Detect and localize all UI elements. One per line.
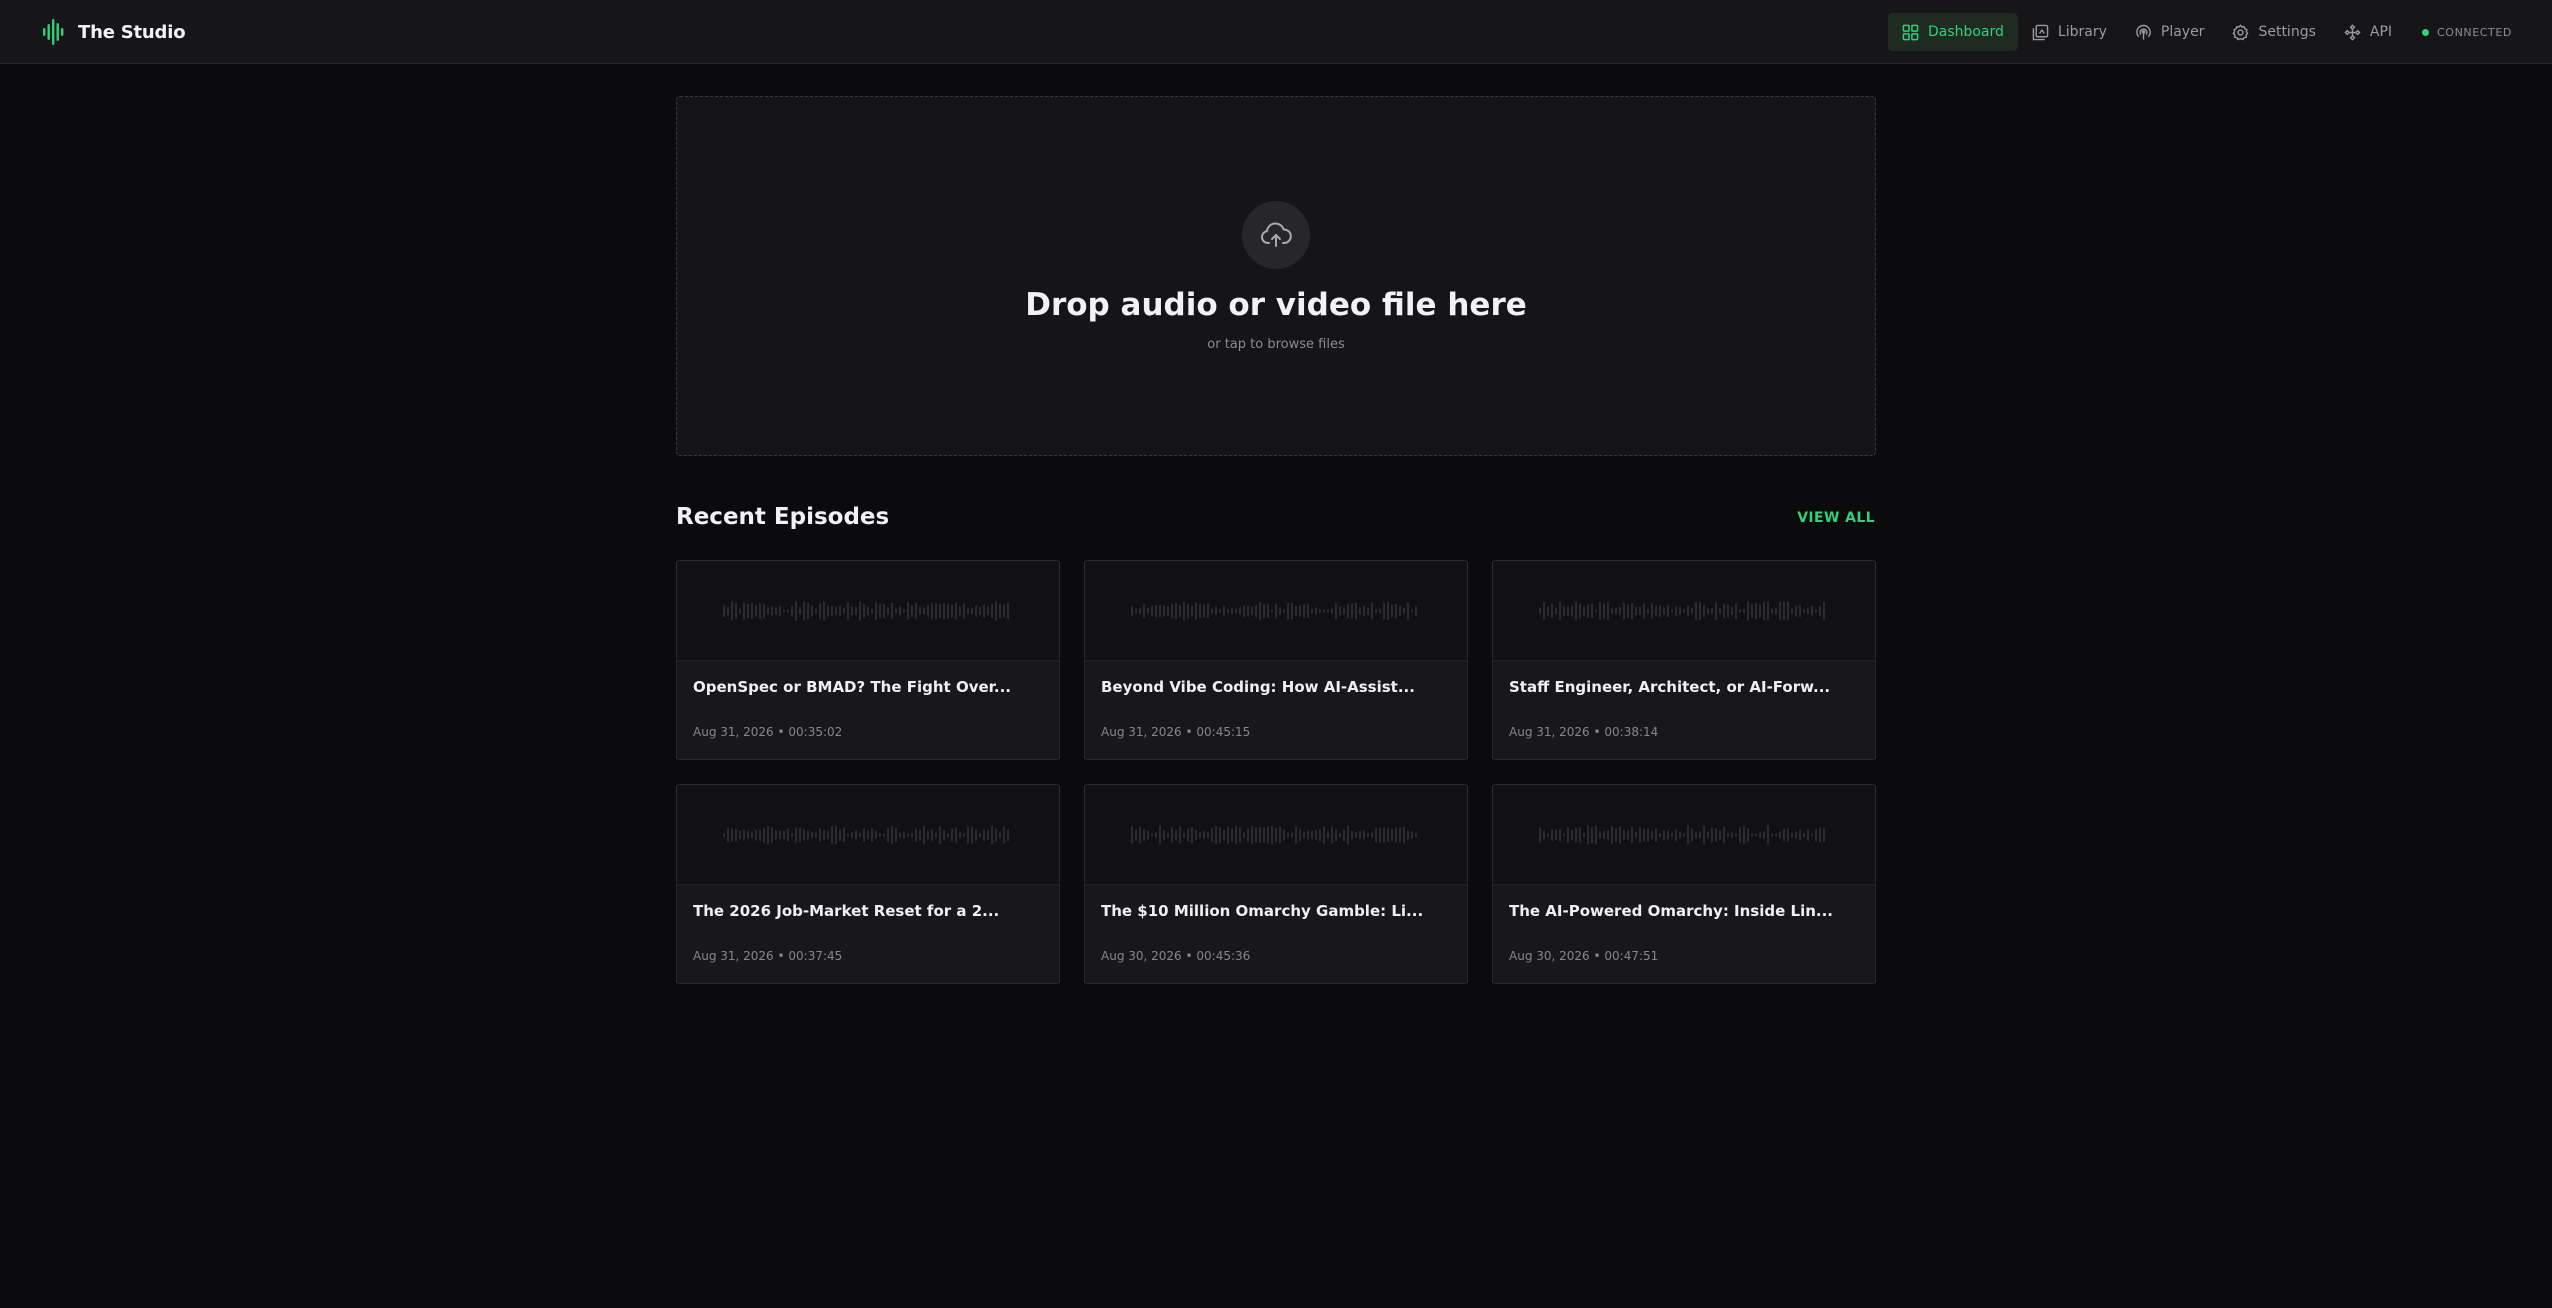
waveform-thumbnail bbox=[1493, 785, 1875, 885]
nav-item-dashboard[interactable]: Dashboard bbox=[1887, 13, 2018, 51]
waveform-icon bbox=[723, 600, 1009, 621]
nav-item-player[interactable]: Player bbox=[2121, 13, 2219, 51]
episode-meta: Aug 31, 2026 • 00:35:02 bbox=[693, 725, 843, 739]
nav-item-library[interactable]: Library bbox=[2018, 13, 2121, 51]
episode-card[interactable]: Beyond Vibe Coding: How AI-Assist... Aug… bbox=[1084, 560, 1468, 760]
brand[interactable]: The Studio bbox=[42, 18, 186, 46]
top-bar: The Studio Dashboard Library Player Sett… bbox=[0, 0, 2552, 64]
episode-card[interactable]: OpenSpec or BMAD? The Fight Over... Aug … bbox=[676, 560, 1060, 760]
waveform-icon bbox=[1131, 600, 1417, 621]
episode-title: The AI-Powered Omarchy: Inside Lin... bbox=[1509, 902, 1833, 920]
library-icon bbox=[2032, 24, 2049, 40]
waveform-thumbnail bbox=[1493, 561, 1875, 661]
episode-title: The $10 Million Omarchy Gamble: Li... bbox=[1101, 902, 1424, 920]
episode-card[interactable]: The AI-Powered Omarchy: Inside Lin... Au… bbox=[1492, 784, 1876, 984]
episode-card[interactable]: Staff Engineer, Architect, or AI-Forw...… bbox=[1492, 560, 1876, 760]
nav-label-settings: Settings bbox=[2258, 24, 2316, 40]
cloud-upload-icon bbox=[1261, 222, 1292, 247]
dropzone-subtitle: or tap to browse files bbox=[1207, 337, 1345, 352]
episode-title: The 2026 Job-Market Reset for a 2... bbox=[693, 902, 1000, 920]
nav-label-player: Player bbox=[2160, 24, 2205, 40]
podcast-icon bbox=[2136, 24, 2151, 40]
waveform-logo-icon bbox=[43, 19, 64, 45]
episode-meta: Aug 31, 2026 • 00:38:14 bbox=[1509, 725, 1659, 739]
nav-label-api: API bbox=[2369, 24, 2393, 40]
episode-title: OpenSpec or BMAD? The Fight Over... bbox=[693, 678, 1011, 696]
episode-meta: Aug 30, 2026 • 00:45:36 bbox=[1101, 949, 1251, 963]
waveform-icon bbox=[1539, 600, 1825, 621]
episode-grid: OpenSpec or BMAD? The Fight Over... Aug … bbox=[676, 560, 1876, 984]
episode-title: Staff Engineer, Architect, or AI-Forw... bbox=[1509, 678, 1831, 696]
upload-icon-wrapper bbox=[1242, 201, 1310, 269]
section-title: Recent Episodes bbox=[676, 504, 890, 530]
episode-title: Beyond Vibe Coding: How AI-Assist... bbox=[1101, 678, 1415, 696]
api-icon bbox=[2344, 23, 2361, 41]
episode-meta: Aug 31, 2026 • 00:45:15 bbox=[1101, 725, 1251, 739]
nav-item-api[interactable]: API bbox=[2330, 13, 2406, 51]
waveform-thumbnail bbox=[677, 785, 1059, 885]
status-dot-icon bbox=[2422, 28, 2430, 36]
waveform-thumbnail bbox=[1085, 785, 1467, 885]
episode-card[interactable]: The $10 Million Omarchy Gamble: Li... Au… bbox=[1084, 784, 1468, 984]
episode-card[interactable]: The 2026 Job-Market Reset for a 2... Aug… bbox=[676, 784, 1060, 984]
nav-item-settings[interactable]: Settings bbox=[2218, 13, 2329, 51]
nav-label-dashboard: Dashboard bbox=[1927, 24, 2004, 40]
upload-dropzone[interactable]: Drop audio or video file here or tap to … bbox=[676, 96, 1876, 456]
connection-status: CONNECTED bbox=[2422, 26, 2512, 39]
dashboard-icon bbox=[1902, 24, 1919, 40]
view-all-link[interactable]: VIEW ALL bbox=[1797, 510, 1875, 526]
waveform-thumbnail bbox=[1085, 561, 1467, 661]
waveform-icon bbox=[723, 824, 1009, 845]
waveform-icon bbox=[1131, 824, 1417, 845]
episode-meta: Aug 31, 2026 • 00:37:45 bbox=[693, 949, 843, 963]
app-name: The Studio bbox=[78, 21, 186, 43]
waveform-icon bbox=[1539, 824, 1825, 845]
dropzone-title: Drop audio or video file here bbox=[1025, 287, 1527, 323]
episode-meta: Aug 30, 2026 • 00:47:51 bbox=[1509, 949, 1659, 963]
status-label: CONNECTED bbox=[2437, 25, 2512, 39]
waveform-thumbnail bbox=[677, 561, 1059, 661]
main-nav: Dashboard Library Player Settings API CO… bbox=[1887, 13, 2512, 51]
nav-label-library: Library bbox=[2057, 24, 2107, 40]
gear-icon bbox=[2232, 23, 2249, 40]
